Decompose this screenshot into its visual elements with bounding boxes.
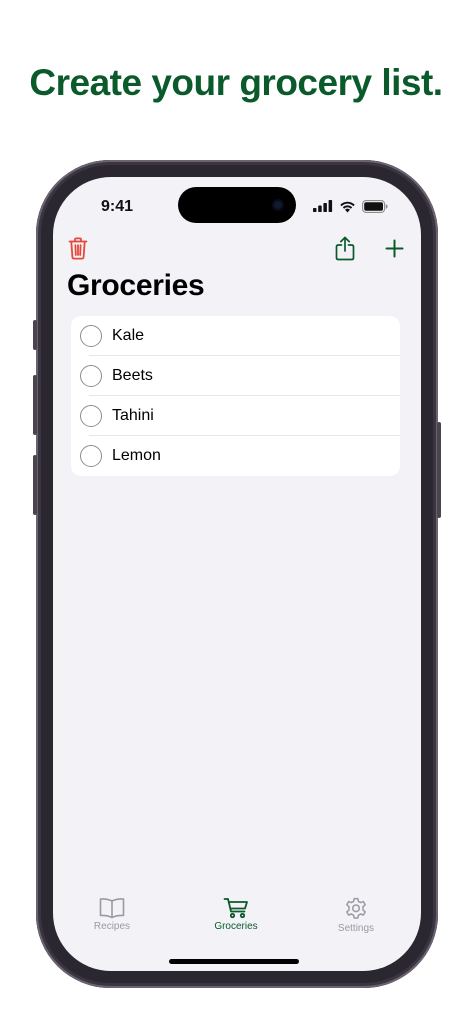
power-button	[437, 422, 441, 518]
list-item[interactable]: Lemon	[71, 436, 400, 476]
battery-icon	[362, 199, 388, 213]
cellular-signal-icon	[313, 200, 333, 212]
list-item[interactable]: Beets	[71, 356, 400, 396]
tab-label: Recipes	[93, 921, 131, 932]
wifi-icon	[340, 201, 355, 212]
tab-settings[interactable]: Settings	[311, 897, 401, 934]
checkbox-circle[interactable]	[80, 325, 102, 347]
trash-icon	[68, 237, 88, 259]
list-item[interactable]: Kale	[71, 316, 400, 356]
page-title: Groceries	[67, 269, 205, 302]
tab-label: Settings	[337, 923, 375, 934]
plus-icon	[385, 239, 403, 257]
tab-groceries[interactable]: Groceries	[191, 897, 281, 932]
status-icons	[313, 199, 388, 213]
cart-icon	[223, 898, 248, 919]
checkbox-circle[interactable]	[80, 405, 102, 427]
camera-icon	[272, 199, 284, 211]
gear-icon	[346, 897, 366, 919]
dynamic-island	[178, 187, 296, 223]
status-bar: 9:41	[53, 177, 421, 233]
volume-up-button	[33, 375, 37, 435]
share-button[interactable]	[330, 233, 360, 263]
app-screen: 9:41 Groceries Kale Beets Tahini Lemon R…	[53, 177, 421, 971]
book-icon	[99, 898, 125, 919]
add-item-button[interactable]	[379, 233, 409, 263]
home-indicator[interactable]	[169, 959, 299, 964]
marketing-headline: Create your grocery list.	[29, 62, 443, 103]
action-button	[33, 320, 37, 350]
item-label: Lemon	[112, 447, 161, 464]
delete-button[interactable]	[63, 233, 93, 263]
status-time: 9:41	[101, 198, 134, 215]
checkbox-circle[interactable]	[80, 365, 102, 387]
tab-recipes[interactable]: Recipes	[67, 897, 157, 932]
grocery-list: Kale Beets Tahini Lemon	[71, 316, 400, 476]
item-label: Kale	[112, 327, 145, 344]
phone-frame: 9:41 Groceries Kale Beets Tahini Lemon R…	[33, 160, 441, 988]
item-label: Beets	[112, 367, 153, 384]
share-icon	[335, 236, 355, 260]
checkbox-circle[interactable]	[80, 445, 102, 467]
item-label: Tahini	[112, 407, 154, 424]
list-item[interactable]: Tahini	[71, 396, 400, 436]
tab-label: Groceries	[214, 921, 258, 932]
volume-down-button	[33, 455, 37, 515]
